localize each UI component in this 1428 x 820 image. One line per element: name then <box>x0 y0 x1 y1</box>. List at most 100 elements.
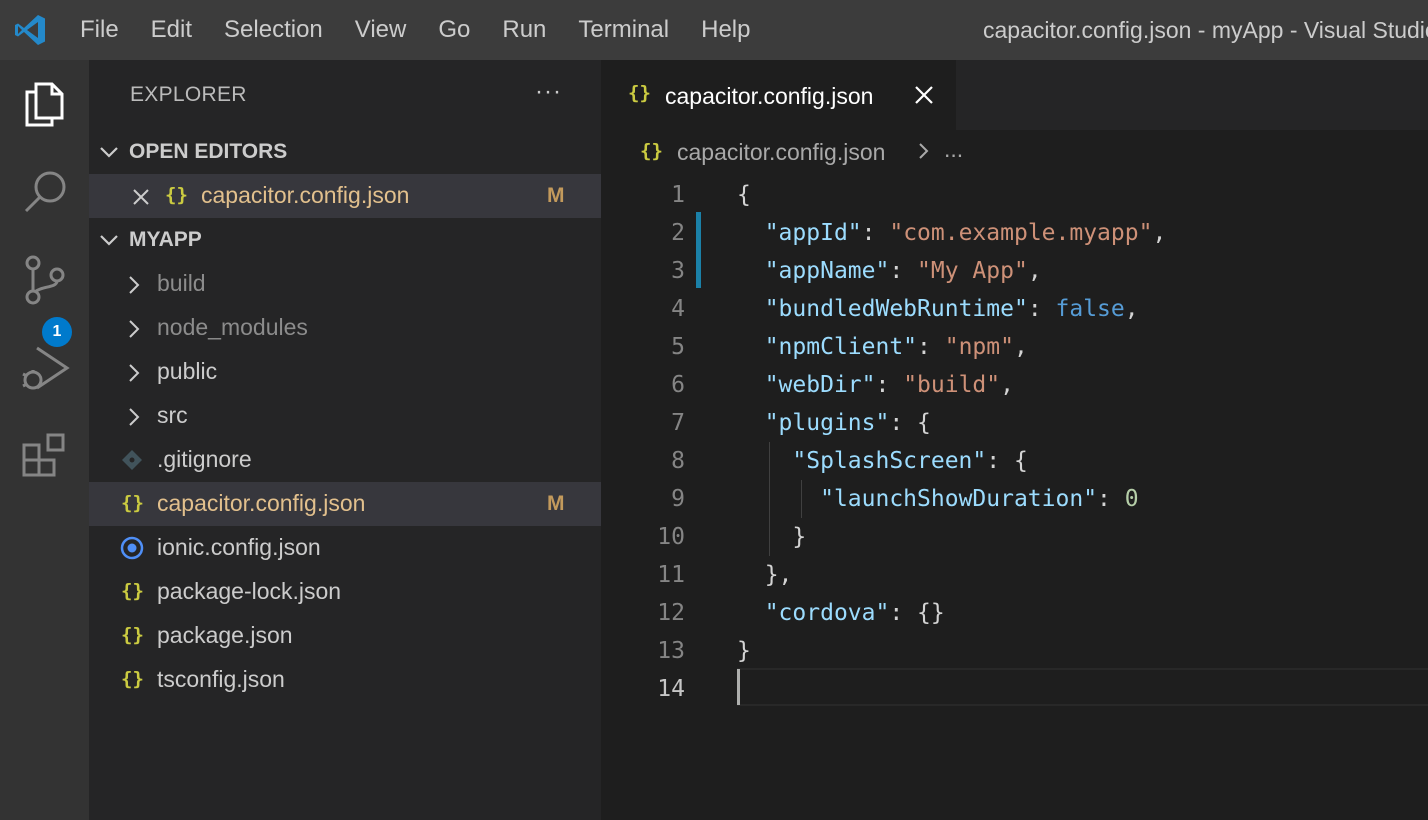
file-item[interactable]: .gitignore <box>89 438 601 482</box>
chevron-down-icon <box>89 145 129 159</box>
vscode-logo-icon <box>0 0 60 60</box>
activity-bar: 1 <box>0 60 89 820</box>
code-text: }, <box>737 562 793 588</box>
line-number: 5 <box>671 334 685 360</box>
line-number: 14 <box>657 676 685 702</box>
code-line[interactable]: 10 } <box>601 518 1428 556</box>
menu-terminal[interactable]: Terminal <box>562 0 685 60</box>
code-line[interactable]: 7 "plugins": { <box>601 404 1428 442</box>
line-number: 1 <box>671 182 685 208</box>
file-label: .gitignore <box>157 446 252 472</box>
tab-capacitor-config[interactable]: {} capacitor.config.json <box>601 60 956 130</box>
code-text: "bundledWebRuntime": false, <box>764 296 1139 322</box>
json-file-icon: {} <box>121 668 144 690</box>
json-file-icon: {} <box>165 184 188 206</box>
line-number: 12 <box>657 600 685 626</box>
code-line[interactable]: 4 "bundledWebRuntime": false, <box>601 290 1428 328</box>
menu-run[interactable]: Run <box>486 0 562 60</box>
code-line[interactable]: 13} <box>601 632 1428 670</box>
git-icon <box>121 449 143 477</box>
chevron-right-icon <box>127 362 141 389</box>
file-label: package.json <box>157 622 293 648</box>
code-text: "npmClient": "npm", <box>764 334 1028 360</box>
code-line[interactable]: 6 "webDir": "build", <box>601 366 1428 404</box>
code-text: "cordova": {} <box>764 600 945 626</box>
code-text: "launchShowDuration": 0 <box>820 486 1139 512</box>
code-text: "appId": "com.example.myapp", <box>764 220 1167 246</box>
chevron-down-icon <box>89 233 129 247</box>
run-debug-icon[interactable] <box>0 324 89 412</box>
sidebar-header: EXPLORER ··· <box>89 60 601 130</box>
window-title: capacitor.config.json - myApp - Visual S… <box>983 17 1428 43</box>
close-icon[interactable] <box>131 186 151 213</box>
json-file-icon: {} <box>640 140 663 162</box>
extensions-icon[interactable] <box>0 412 89 500</box>
file-label: package-lock.json <box>157 578 342 604</box>
code-text: "SplashScreen": { <box>792 448 1028 474</box>
explorer-icon[interactable] <box>0 60 89 148</box>
folder-item[interactable]: node_modules <box>89 306 601 350</box>
code-text: } <box>737 524 807 550</box>
menu-go[interactable]: Go <box>422 0 486 60</box>
menu-help[interactable]: Help <box>685 0 766 60</box>
project-header[interactable]: MYAPP <box>89 218 601 262</box>
editor-area: {} capacitor.config.json {} capacitor.co… <box>601 60 1428 820</box>
file-item[interactable]: ionic.config.json <box>89 526 601 570</box>
file-item[interactable]: {} package.json <box>89 614 601 658</box>
ionic-icon <box>120 536 144 566</box>
folder-label: build <box>157 270 206 296</box>
json-file-icon: {} <box>121 580 144 602</box>
close-icon[interactable] <box>913 84 935 111</box>
code-line[interactable]: 11 }, <box>601 556 1428 594</box>
folder-item[interactable]: public <box>89 350 601 394</box>
line-number: 10 <box>657 524 685 550</box>
code-line[interactable]: 2 "appId": "com.example.myapp", <box>601 214 1428 252</box>
menu-bar: File Edit Selection View Go Run Terminal… <box>64 0 766 60</box>
tab-bar: {} capacitor.config.json <box>601 60 1428 130</box>
line-number: 4 <box>671 296 685 322</box>
folder-item[interactable]: build <box>89 262 601 306</box>
line-number: 11 <box>657 562 685 588</box>
menu-selection[interactable]: Selection <box>208 0 339 60</box>
line-number: 9 <box>671 486 685 512</box>
sidebar-title: EXPLORER <box>130 83 247 106</box>
code-line[interactable]: 9 "launchShowDuration": 0 <box>601 480 1428 518</box>
source-control-icon[interactable] <box>0 236 89 324</box>
code-text: "appName": "My App", <box>764 258 1042 284</box>
more-actions-button[interactable]: ··· <box>535 78 562 106</box>
code-text: "webDir": "build", <box>764 372 1014 398</box>
folder-item[interactable]: src <box>89 394 601 438</box>
menu-view[interactable]: View <box>339 0 423 60</box>
line-number: 7 <box>671 410 685 436</box>
breadcrumb: {} capacitor.config.json ... <box>601 130 1428 174</box>
file-item[interactable]: {} package-lock.json <box>89 570 601 614</box>
json-file-icon: {} <box>121 492 144 514</box>
explorer-sidebar: EXPLORER ··· OPEN EDITORS {} capacitor.c… <box>89 60 601 820</box>
breadcrumb-file[interactable]: capacitor.config.json <box>677 139 885 166</box>
file-label: ionic.config.json <box>157 534 321 560</box>
chevron-right-icon <box>127 406 141 433</box>
project-label: MYAPP <box>129 228 202 251</box>
file-item[interactable]: {} capacitor.config.json M <box>89 482 601 526</box>
code-text: } <box>737 638 751 664</box>
tab-label: capacitor.config.json <box>665 83 874 109</box>
modified-badge: M <box>547 184 565 207</box>
menu-edit[interactable]: Edit <box>135 0 208 60</box>
file-label: tsconfig.json <box>157 666 285 692</box>
search-icon[interactable] <box>0 148 89 236</box>
title-bar: File Edit Selection View Go Run Terminal… <box>0 0 1428 60</box>
code-line[interactable]: 14 <box>601 670 1428 708</box>
folder-label: src <box>157 402 188 428</box>
code-line[interactable]: 3 "appName": "My App", <box>601 252 1428 290</box>
open-editors-header[interactable]: OPEN EDITORS <box>89 130 601 174</box>
code-line[interactable]: 5 "npmClient": "npm", <box>601 328 1428 366</box>
code-line[interactable]: 8 "SplashScreen": { <box>601 442 1428 480</box>
file-item[interactable]: {} tsconfig.json <box>89 658 601 702</box>
chevron-right-icon <box>127 318 141 345</box>
code-line[interactable]: 12 "cordova": {} <box>601 594 1428 632</box>
code-line[interactable]: 1{ <box>601 176 1428 214</box>
chevron-right-icon <box>127 274 141 301</box>
open-editor-item[interactable]: {} capacitor.config.json M <box>89 174 601 218</box>
menu-file[interactable]: File <box>64 0 135 60</box>
breadcrumb-more[interactable]: ... <box>944 136 963 163</box>
